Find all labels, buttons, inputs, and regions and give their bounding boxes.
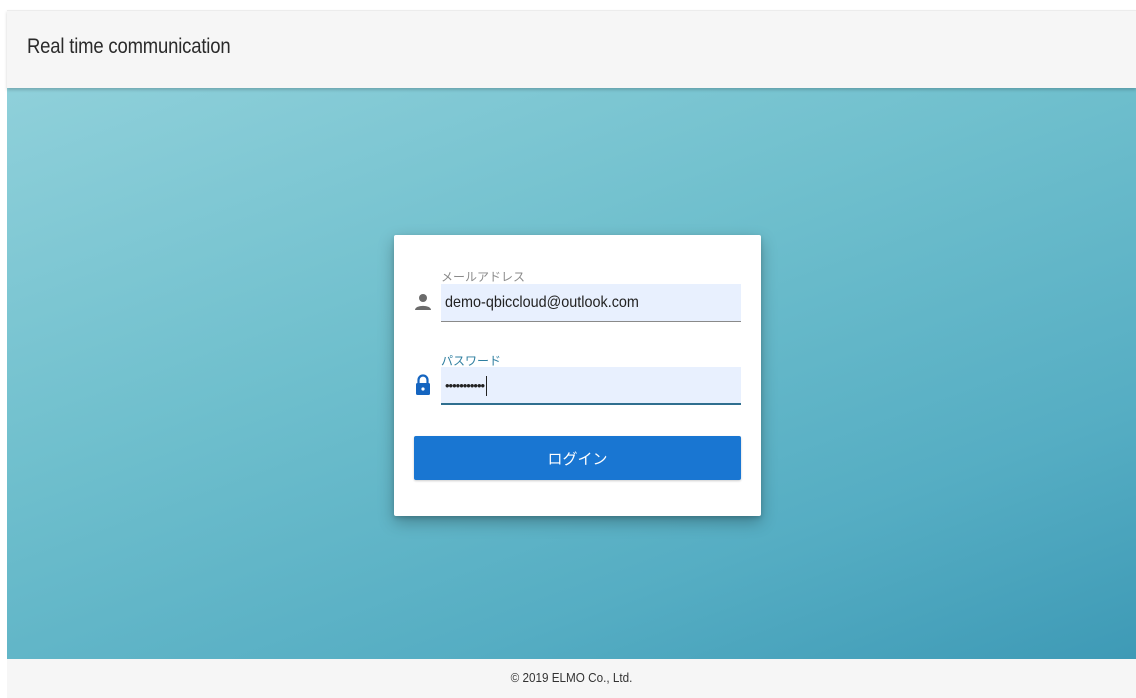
email-label: メールアドレス bbox=[441, 270, 526, 284]
login-card: メールアドレス demo-qbiccloud@outlook.com パスワード… bbox=[394, 235, 761, 516]
email-value: demo-qbiccloud@outlook.com bbox=[445, 294, 639, 311]
email-field[interactable]: demo-qbiccloud@outlook.com bbox=[441, 284, 741, 322]
person-icon bbox=[415, 294, 431, 310]
text-caret bbox=[486, 375, 488, 396]
password-field[interactable]: ••••••••••• bbox=[441, 367, 741, 405]
password-value: ••••••••••• bbox=[445, 378, 485, 393]
app-title: Real time communication bbox=[27, 35, 231, 58]
main-content: メールアドレス demo-qbiccloud@outlook.com パスワード… bbox=[7, 88, 1136, 659]
copyright-text: © 2019 ELMO Co., Ltd. bbox=[510, 670, 633, 685]
app-footer: © 2019 ELMO Co., Ltd. bbox=[7, 659, 1136, 698]
login-button[interactable]: ログイン bbox=[414, 436, 741, 480]
app-window: Real time communication メールアドレス demo-qbi… bbox=[7, 10, 1136, 698]
app-header: Real time communication bbox=[7, 10, 1136, 88]
lock-icon bbox=[416, 374, 430, 395]
